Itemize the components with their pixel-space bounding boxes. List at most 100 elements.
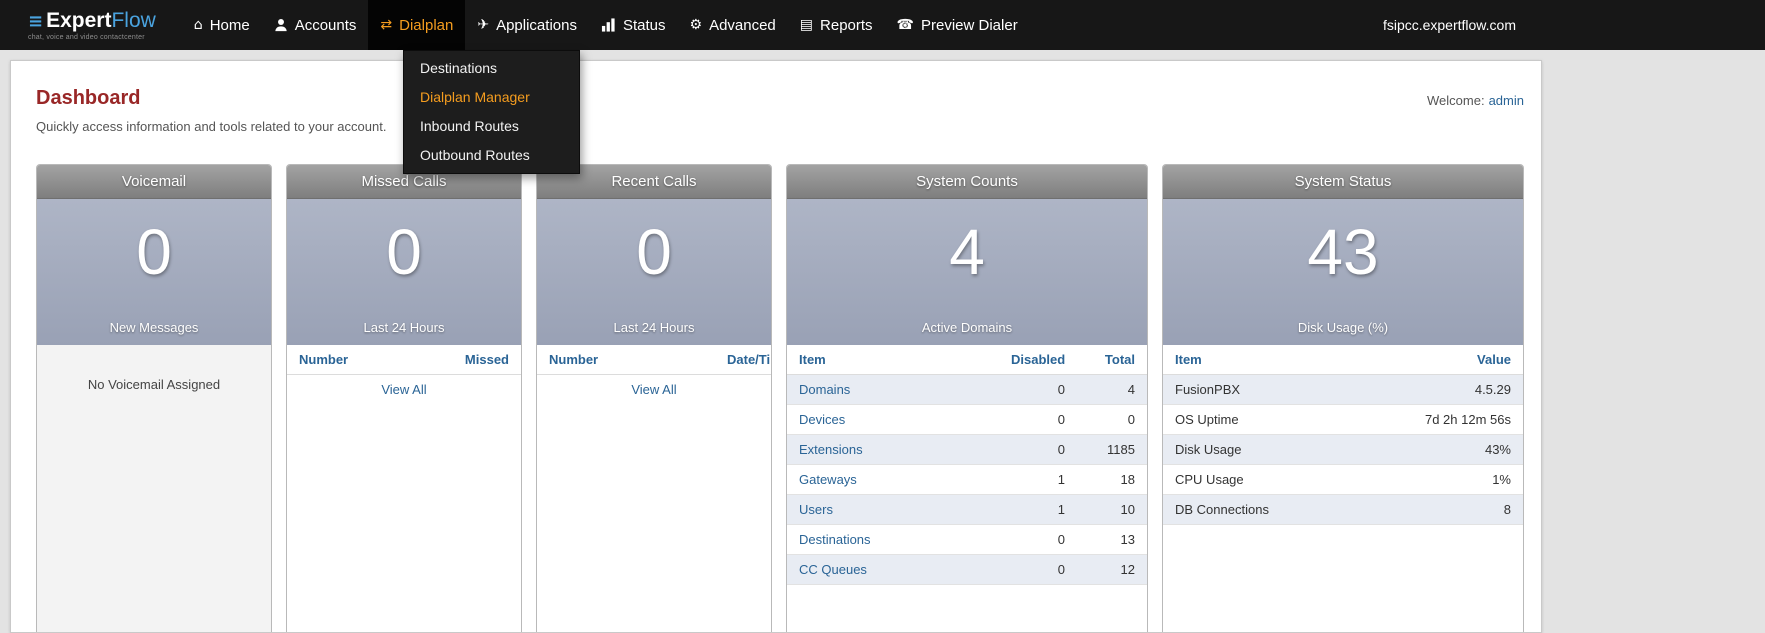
total-value: 1185 xyxy=(1077,434,1147,465)
recent-calls-view-all-link[interactable]: View All xyxy=(631,382,676,397)
counts-item-link[interactable]: Devices xyxy=(799,412,845,427)
system-counts-hero: 4 Active Domains xyxy=(787,199,1147,345)
table-row: Extensions 0 1185 xyxy=(787,434,1147,465)
status-value: 43% xyxy=(1393,434,1523,465)
nav-label: Applications xyxy=(496,16,577,34)
status-item-label: CPU Usage xyxy=(1163,464,1393,495)
missed-calls-count-label: Last 24 Hours xyxy=(363,320,445,335)
missed-calls-view-all-link[interactable]: View All xyxy=(381,382,426,397)
nav-label: Home xyxy=(209,16,250,34)
nav-label: Preview Dialer xyxy=(921,16,1018,34)
nav-item-status[interactable]: Status xyxy=(589,0,678,50)
recent-calls-table: Number Date/Time View All xyxy=(537,345,771,404)
nav-label: Accounts xyxy=(294,16,357,34)
nav-label: Reports xyxy=(820,16,873,34)
menu-item-dialplan-manager[interactable]: Dialplan Manager xyxy=(404,83,579,112)
recent-calls-hero: 0 Last 24 Hours xyxy=(537,199,771,345)
column-header: Total xyxy=(1077,345,1147,375)
nav-label: Status xyxy=(622,16,666,34)
voicemail-count: 0 xyxy=(136,216,172,288)
voicemail-hero: 0 New Messages xyxy=(37,199,271,345)
nav-item-dialplan[interactable]: ⇄ Dialplan xyxy=(368,0,466,50)
system-counts-card-title: System Counts xyxy=(787,165,1147,199)
missed-calls-count: 0 xyxy=(386,216,422,288)
nav-label: Advanced xyxy=(709,16,776,34)
table-row: FusionPBX 4.5.29 xyxy=(1163,374,1523,405)
counts-item-link[interactable]: Gateways xyxy=(799,472,857,487)
dialplan-dropdown-menu: Destinations Dialplan Manager Inbound Ro… xyxy=(403,50,580,174)
menu-item-inbound-routes[interactable]: Inbound Routes xyxy=(404,112,579,141)
nav-item-advanced[interactable]: ⚙ Advanced xyxy=(678,0,788,50)
column-header: Disabled xyxy=(999,345,1077,375)
counts-item-link[interactable]: Destinations xyxy=(799,532,871,547)
table-row: Users 1 10 xyxy=(787,494,1147,525)
table-row: CC Queues 0 12 xyxy=(787,554,1147,585)
menu-item-outbound-routes[interactable]: Outbound Routes xyxy=(404,141,579,170)
table-row: View All xyxy=(537,375,771,405)
system-counts-count: 4 xyxy=(949,216,985,288)
page-subtitle: Quickly access information and tools rel… xyxy=(36,119,387,134)
nav-item-applications[interactable]: ✈ Applications xyxy=(465,0,589,50)
total-value: 10 xyxy=(1077,494,1147,525)
table-row: Gateways 1 18 xyxy=(787,464,1147,495)
system-status-card: System Status 43 Disk Usage (%) Item Val… xyxy=(1162,164,1524,632)
total-value: 12 xyxy=(1077,554,1147,585)
missed-calls-hero: 0 Last 24 Hours xyxy=(287,199,521,345)
status-value: 8 xyxy=(1393,494,1523,525)
welcome-text: Welcome: admin xyxy=(1427,93,1524,108)
table-row: View All xyxy=(287,375,521,405)
user-icon xyxy=(274,18,288,32)
voicemail-count-label: New Messages xyxy=(109,320,199,335)
nav-label: Dialplan xyxy=(399,16,454,34)
total-value: 18 xyxy=(1077,464,1147,495)
status-item-label: FusionPBX xyxy=(1163,374,1393,405)
transfer-arrows-icon: ⇄ xyxy=(380,17,393,33)
counts-item-link[interactable]: Extensions xyxy=(799,442,863,457)
system-status-hero: 43 Disk Usage (%) xyxy=(1163,199,1523,345)
table-row: DB Connections 8 xyxy=(1163,494,1523,525)
total-value: 13 xyxy=(1077,524,1147,555)
counts-item-link[interactable]: Domains xyxy=(799,382,850,397)
page-title: Dashboard xyxy=(36,87,141,109)
brand-name-prefix: Expert xyxy=(46,8,112,32)
nav-item-home[interactable]: ⌂ Home xyxy=(182,0,262,50)
top-navbar: ≡ Expert Flow chat, voice and video cont… xyxy=(0,0,1765,50)
table-row: Destinations 0 13 xyxy=(787,524,1147,555)
total-value: 4 xyxy=(1077,374,1147,405)
counts-item-link[interactable]: Users xyxy=(799,502,833,517)
menu-item-destinations[interactable]: Destinations xyxy=(404,54,579,83)
home-icon: ⌂ xyxy=(193,17,203,33)
table-row: CPU Usage 1% xyxy=(1163,464,1523,495)
column-header: Item xyxy=(787,345,999,375)
column-header: Date/Time xyxy=(715,345,771,375)
disabled-value: 0 xyxy=(999,404,1077,435)
counts-item-link[interactable]: CC Queues xyxy=(799,562,867,577)
total-value: 0 xyxy=(1077,404,1147,435)
disabled-value: 1 xyxy=(999,464,1077,495)
missed-calls-card: Missed Calls 0 Last 24 Hours Number Miss… xyxy=(286,164,522,632)
status-item-label: OS Uptime xyxy=(1163,404,1393,435)
nav-item-accounts[interactable]: Accounts xyxy=(262,0,369,50)
system-counts-table: Item Disabled Total Domains 0 4 Devices … xyxy=(787,345,1147,585)
welcome-user-link[interactable]: admin xyxy=(1489,93,1524,108)
nav-item-preview-dialer[interactable]: ☎ Preview Dialer xyxy=(885,0,1030,50)
main-nav: ⌂ Home Accounts ⇄ Dialplan ✈ Application… xyxy=(182,0,1030,50)
nav-item-reports[interactable]: ▤ Reports xyxy=(788,0,885,50)
table-row: Devices 0 0 xyxy=(787,404,1147,435)
status-value: 7d 2h 12m 56s xyxy=(1393,404,1523,435)
gear-icon: ⚙ xyxy=(689,17,703,33)
recent-calls-count: 0 xyxy=(636,216,672,288)
system-status-count: 43 xyxy=(1307,216,1379,288)
bar-chart-icon xyxy=(601,18,616,32)
column-header: Item xyxy=(1163,345,1393,375)
system-status-count-label: Disk Usage (%) xyxy=(1297,320,1389,335)
brand-tagline: chat, voice and video contactcenter xyxy=(28,33,145,41)
table-row: Disk Usage 43% xyxy=(1163,434,1523,465)
system-status-table: Item Value FusionPBX 4.5.29 OS Uptime 7d… xyxy=(1163,345,1523,525)
column-header: Value xyxy=(1393,345,1523,375)
brand-name-suffix: Flow xyxy=(111,8,156,32)
brand-logo[interactable]: ≡ Expert Flow chat, voice and video cont… xyxy=(28,10,156,41)
disabled-value: 0 xyxy=(999,524,1077,555)
status-value: 4.5.29 xyxy=(1393,374,1523,405)
welcome-label: Welcome: xyxy=(1427,93,1485,108)
